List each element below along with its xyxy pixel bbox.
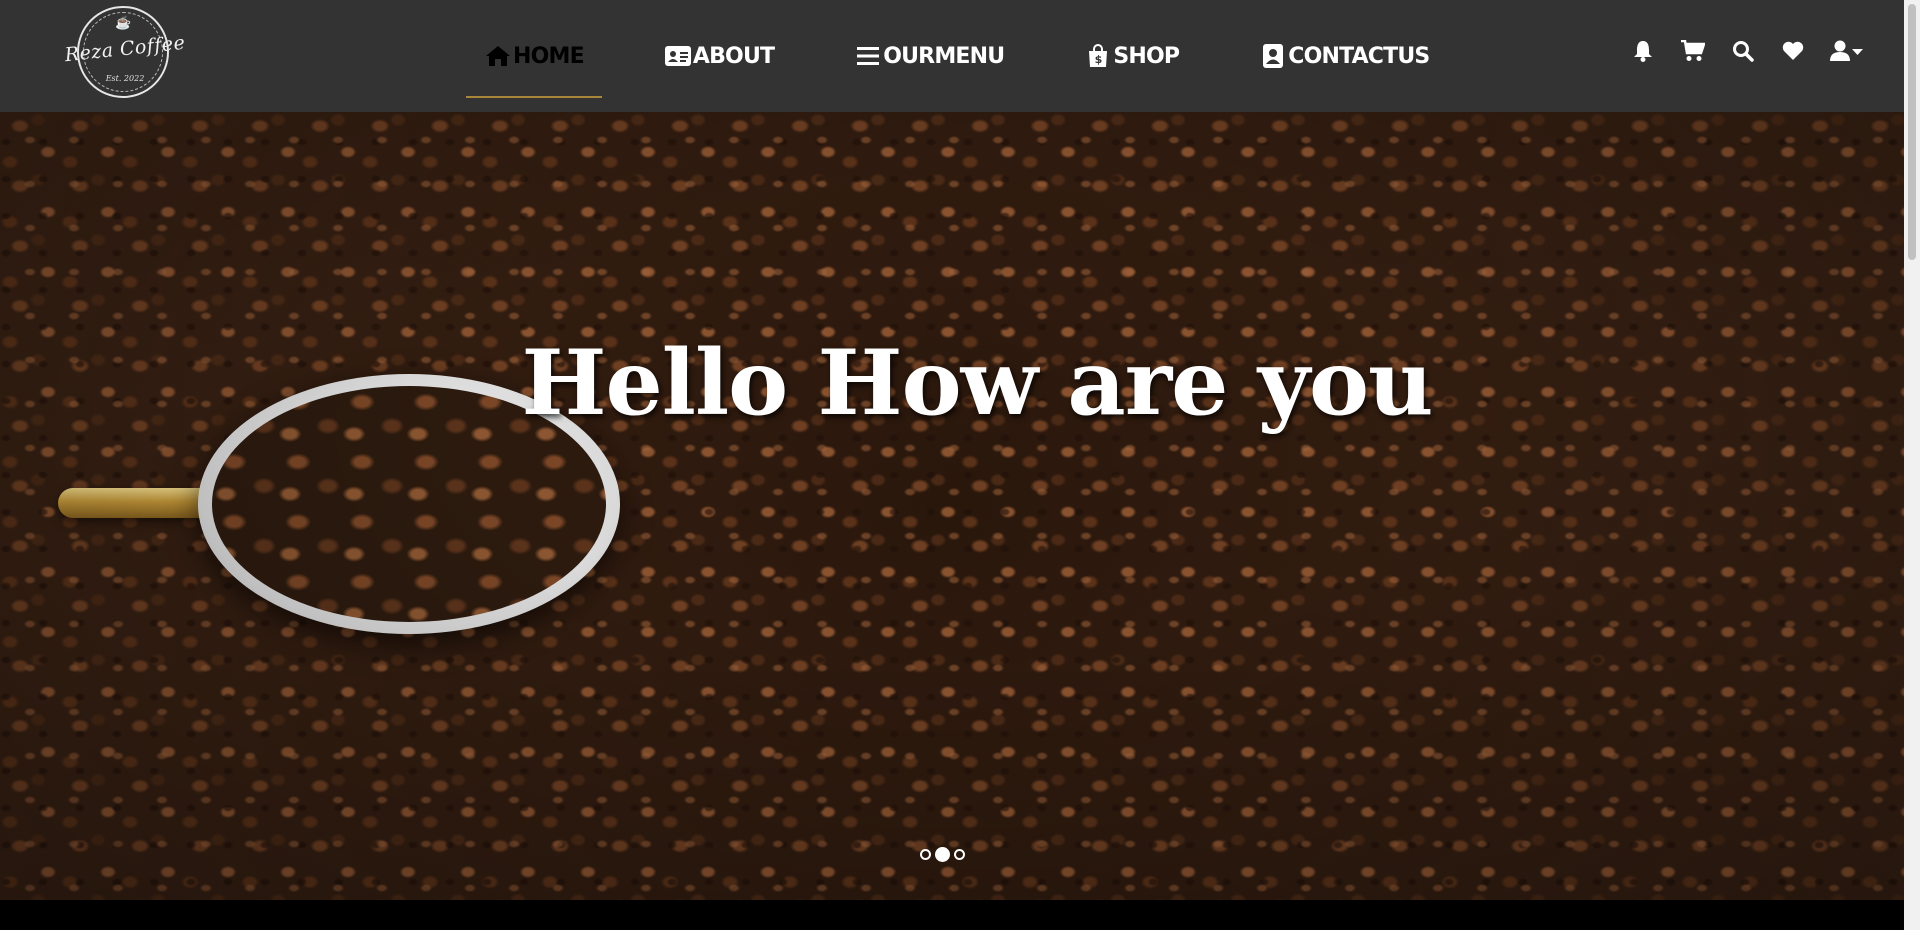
coffee-cup-icon: ☕ xyxy=(115,15,132,30)
nav-shop-label: SHOP xyxy=(1113,43,1180,69)
nav-contactus[interactable]: CONTACTUS xyxy=(1241,30,1447,82)
menu-icon xyxy=(854,43,882,69)
nav-contactus-label: CONTACTUS xyxy=(1288,43,1430,69)
home-icon xyxy=(484,43,512,69)
carousel-indicators xyxy=(918,847,967,862)
nav-ourmenu[interactable]: OURMENU xyxy=(836,30,1022,82)
brand-logo[interactable]: ☕ Reza Coffee Est. 2022 xyxy=(64,6,186,98)
carousel-dot-1[interactable] xyxy=(920,849,931,860)
shopping-bag-icon: $ xyxy=(1084,43,1112,69)
contact-icon xyxy=(1259,43,1287,69)
hero-carousel: Hello How are you xyxy=(0,112,1904,900)
carousel-dot-3[interactable] xyxy=(954,849,965,860)
nav-ourmenu-label: OURMENU xyxy=(883,43,1005,69)
bottom-strip xyxy=(0,900,1904,930)
carousel-dot-2[interactable] xyxy=(935,847,950,862)
hero-overlay xyxy=(0,112,1904,900)
user-dropdown-icon[interactable] xyxy=(1830,38,1864,64)
svg-text:$: $ xyxy=(1095,53,1102,66)
page-scrollbar[interactable] xyxy=(1904,0,1920,930)
brand-established: Est. 2022 xyxy=(105,74,145,83)
nav-actions xyxy=(1606,38,1864,64)
hero-title: Hello How are you xyxy=(521,330,1434,436)
nav-about[interactable]: ABOUT xyxy=(646,30,792,82)
cart-icon[interactable] xyxy=(1680,38,1706,64)
nav-shop[interactable]: $ SHOP xyxy=(1066,30,1197,82)
bell-icon[interactable] xyxy=(1630,38,1656,64)
nav-home[interactable]: HOME xyxy=(466,30,602,98)
page: ☕ Reza Coffee Est. 2022 HOME ABOUT OURME… xyxy=(0,0,1920,930)
nav-about-label: ABOUT xyxy=(692,43,775,69)
nav-home-label: HOME xyxy=(513,43,585,69)
navbar: ☕ Reza Coffee Est. 2022 HOME ABOUT OURME… xyxy=(0,0,1904,112)
scrollbar-thumb[interactable] xyxy=(1908,4,1916,260)
main-nav: HOME ABOUT OURMENU $ SHOP CONTACTUS xyxy=(466,0,1491,112)
search-icon[interactable] xyxy=(1730,38,1756,64)
heart-icon[interactable] xyxy=(1780,38,1806,64)
id-card-icon xyxy=(664,43,692,69)
